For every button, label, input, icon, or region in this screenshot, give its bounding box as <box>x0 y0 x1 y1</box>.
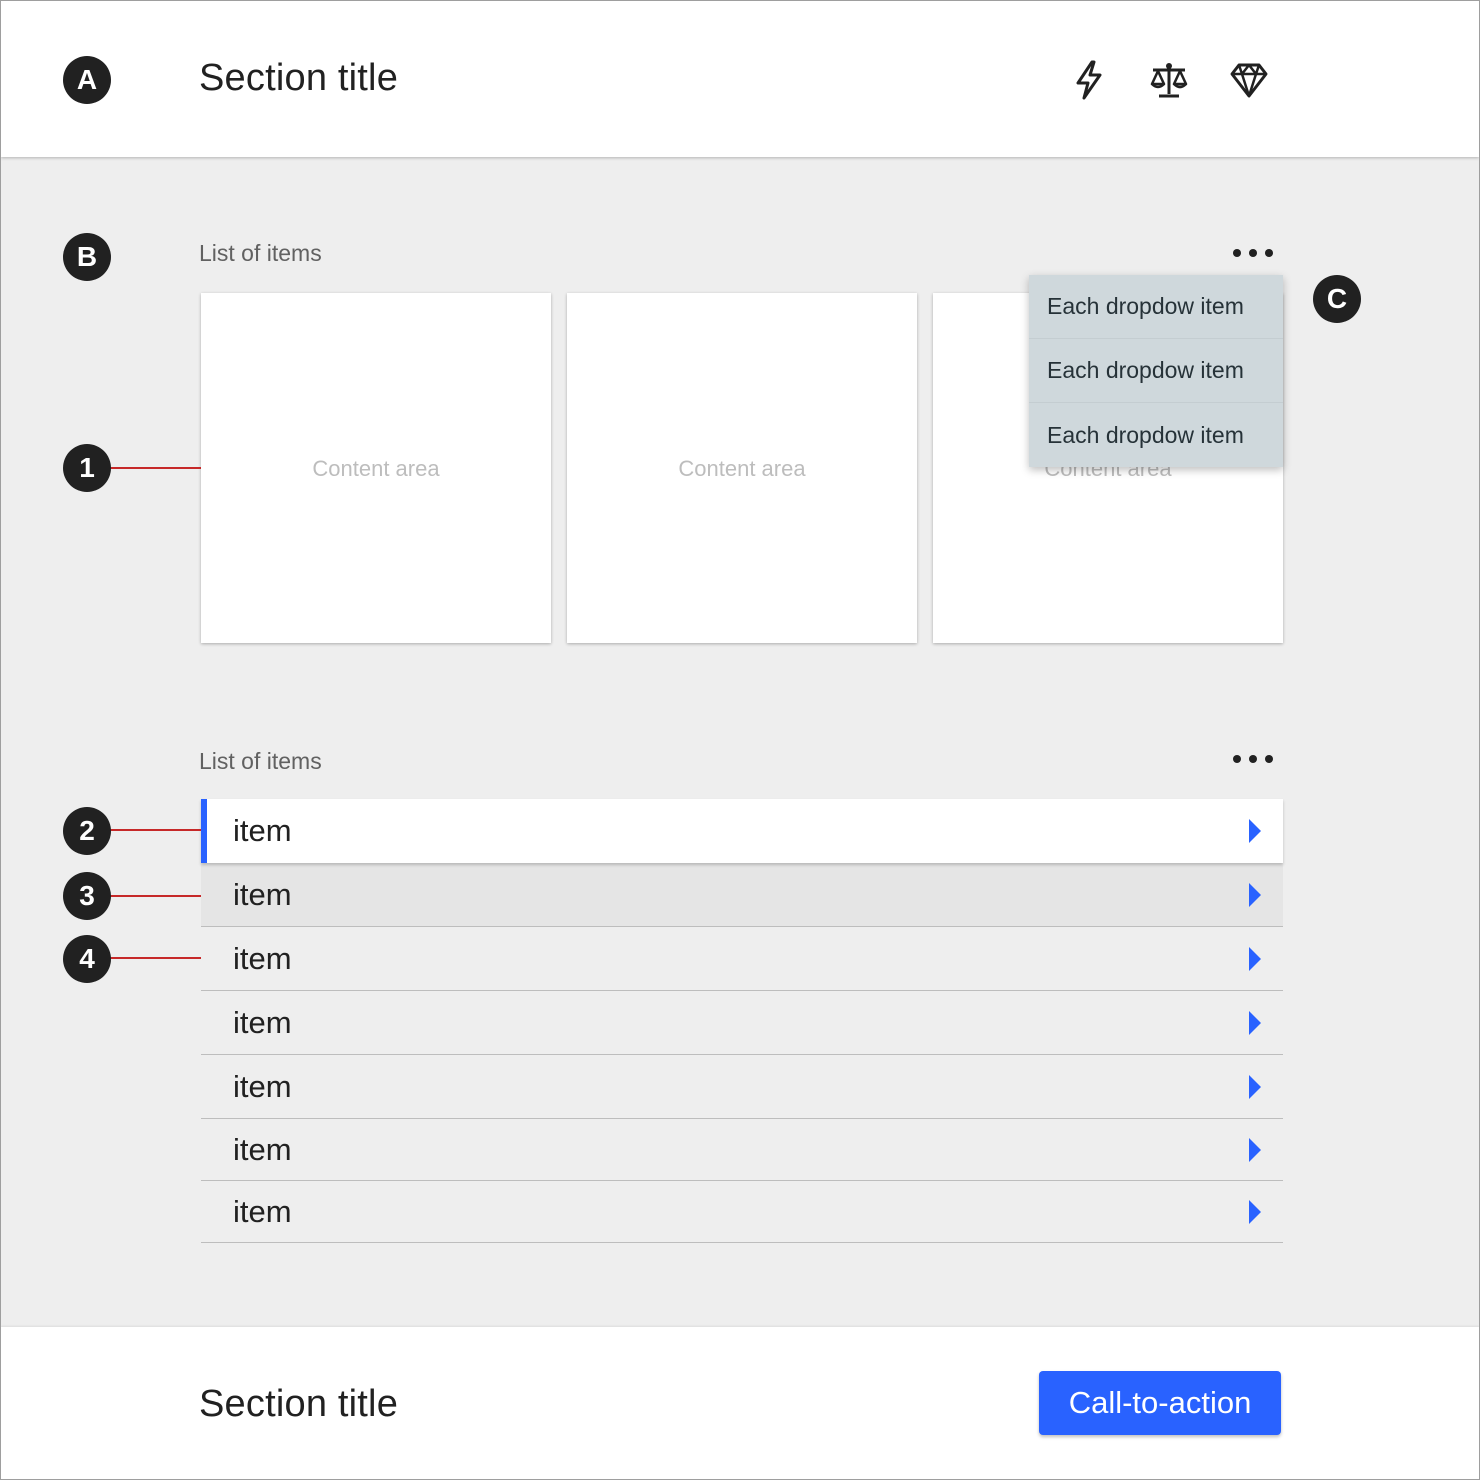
card-content-text: Content area <box>312 456 440 481</box>
list-item-label: item <box>233 940 292 976</box>
list-item-label: item <box>233 813 292 848</box>
chevron-right-icon <box>1249 1199 1261 1224</box>
list-item[interactable]: item <box>201 927 1283 991</box>
dropdown-item[interactable]: Each dropdow item <box>1029 275 1283 339</box>
annotation-leader-3 <box>109 895 201 897</box>
rows-more-options-icon[interactable] <box>1233 749 1273 769</box>
dropdown-menu: Each dropdow item Each dropdow item Each… <box>1029 275 1283 467</box>
list-item-label: item <box>233 1004 292 1040</box>
footer-section: Section title Call-to-action <box>1 1327 1479 1479</box>
chevron-right-icon <box>1249 1074 1261 1099</box>
annotation-marker-c: C <box>1313 275 1361 323</box>
list-item[interactable]: item <box>201 1181 1283 1243</box>
dropdown-item[interactable]: Each dropdow item <box>1029 339 1283 403</box>
list-item[interactable]: item <box>201 1119 1283 1181</box>
cards-list-label: List of items <box>199 240 322 266</box>
list-item-label: item <box>233 1131 292 1167</box>
annotation-marker-4: 4 <box>63 935 111 983</box>
list-item-label: item <box>233 876 292 912</box>
call-to-action-button[interactable]: Call-to-action <box>1039 1371 1281 1435</box>
rows-list-label: List of items <box>199 748 322 774</box>
list-item[interactable]: item <box>201 1055 1283 1119</box>
chevron-right-icon <box>1249 1137 1261 1162</box>
chevron-right-icon <box>1249 819 1261 843</box>
scale-icon[interactable] <box>1149 59 1189 101</box>
annotation-marker-1: 1 <box>63 444 111 492</box>
card-content-text: Content area <box>678 456 806 481</box>
list-item-label: item <box>233 1193 292 1229</box>
chevron-right-icon <box>1249 1010 1261 1035</box>
chevron-right-icon <box>1249 946 1261 971</box>
list-item[interactable]: item <box>201 991 1283 1055</box>
annotation-marker-3: 3 <box>63 872 111 920</box>
list-item-selected[interactable]: item <box>201 799 1283 863</box>
annotation-leader-4 <box>109 957 201 959</box>
list-item-hover[interactable]: item <box>201 863 1283 927</box>
diamond-icon[interactable] <box>1229 59 1269 101</box>
annotation-marker-2: 2 <box>63 807 111 855</box>
item-list: item item item item item item item <box>201 799 1283 1243</box>
page-frame: A Section title B List of items 1 Conten… <box>0 0 1480 1480</box>
annotation-marker-b: B <box>63 233 111 281</box>
lightning-icon[interactable] <box>1069 59 1109 101</box>
cards-more-options-icon[interactable] <box>1233 243 1273 263</box>
list-item-label: item <box>233 1068 292 1104</box>
content-card-2[interactable]: Content area <box>567 293 917 643</box>
annotation-leader-2 <box>109 829 201 831</box>
content-card-1[interactable]: Content area <box>201 293 551 643</box>
chevron-right-icon <box>1249 882 1261 907</box>
header-section-title: Section title <box>199 57 399 99</box>
annotation-leader-1 <box>109 467 201 469</box>
dropdown-item[interactable]: Each dropdow item <box>1029 403 1283 467</box>
footer-section-title: Section title <box>199 1383 399 1425</box>
header-section: A Section title <box>1 1 1479 157</box>
annotation-marker-a: A <box>63 56 111 104</box>
